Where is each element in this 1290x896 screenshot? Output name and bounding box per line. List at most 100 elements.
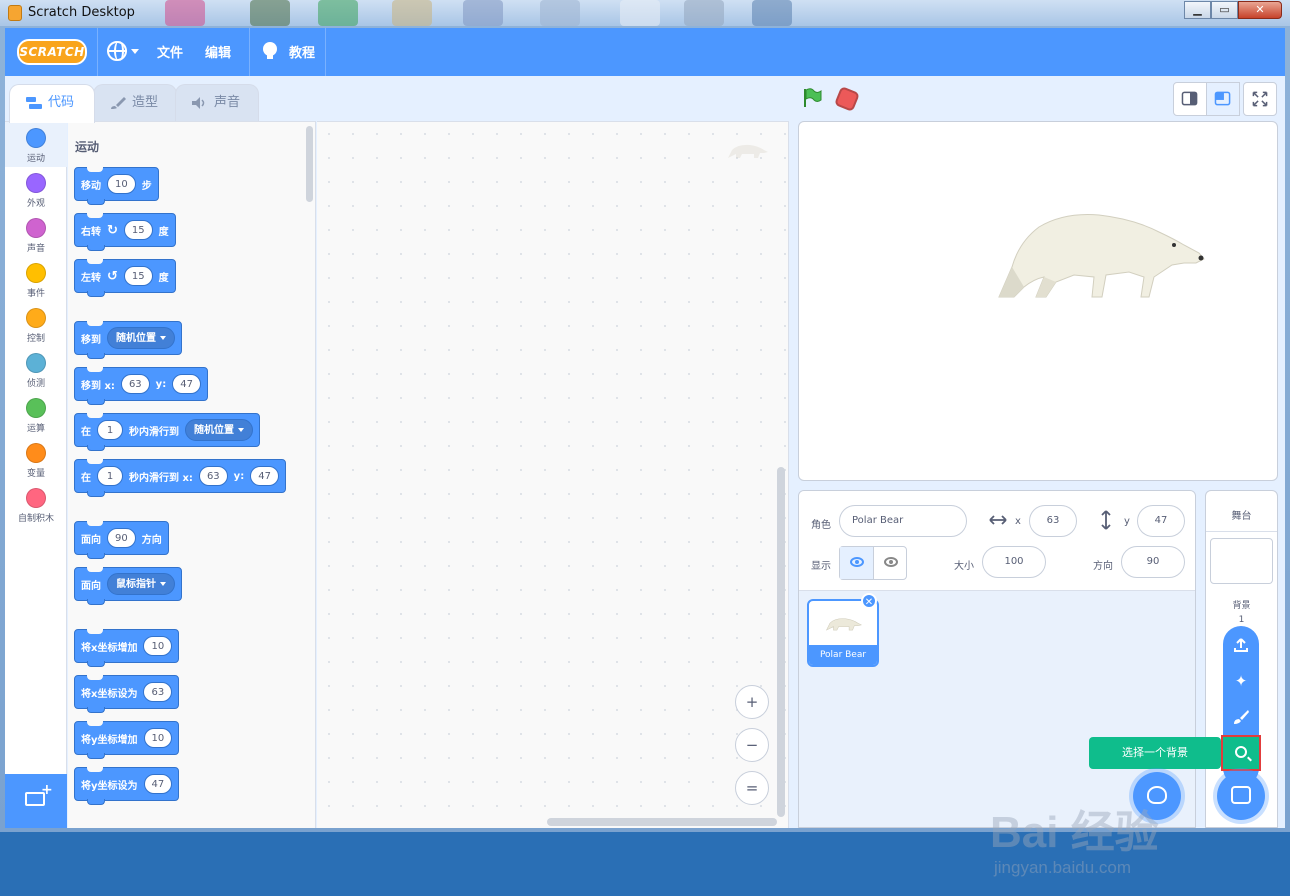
block-goto[interactable]: 移到 随机位置: [74, 321, 182, 359]
tab-sounds[interactable]: 声音: [175, 84, 259, 122]
script-workspace[interactable]: + − =: [317, 121, 789, 828]
upload-backdrop-button[interactable]: [1223, 628, 1259, 662]
surprise-backdrop-button[interactable]: ✦: [1223, 664, 1259, 698]
category-label: 自制积木: [17, 514, 54, 524]
app-icon: [8, 5, 22, 21]
block-number-input[interactable]: 63: [143, 682, 173, 702]
block-point-towards[interactable]: 面向 鼠标指针: [74, 567, 182, 605]
block-dropdown[interactable]: 随机位置: [185, 419, 253, 441]
block-number-input[interactable]: 63: [120, 374, 150, 394]
zoom-out-button[interactable]: −: [735, 728, 769, 762]
visibility-toggle: [839, 546, 907, 580]
block-turn-right[interactable]: 右转 ↻ 15 度: [74, 213, 176, 251]
block-number-input[interactable]: 10: [143, 728, 173, 748]
block-point-direction[interactable]: 面向 90 方向: [74, 521, 169, 559]
language-globe-icon[interactable]: [107, 41, 127, 61]
menu-edit[interactable]: 编辑: [205, 42, 231, 61]
palette-section-title: 运动: [75, 140, 100, 154]
block-number-input[interactable]: 1: [97, 420, 123, 440]
delete-sprite-icon[interactable]: ✕: [861, 593, 877, 609]
small-stage-button[interactable]: [1173, 82, 1207, 116]
stage-thumbnail[interactable]: [1210, 538, 1273, 584]
close-button[interactable]: ✕: [1238, 1, 1282, 19]
choose-backdrop-button[interactable]: [1217, 772, 1265, 820]
fullscreen-button[interactable]: [1243, 82, 1277, 116]
block-number-input[interactable]: 63: [198, 466, 228, 486]
workspace-vertical-scrollbar[interactable]: [777, 467, 785, 817]
category-dot: [26, 173, 46, 193]
category-control[interactable]: 控制: [5, 302, 67, 347]
choose-backdrop-search-button[interactable]: [1221, 735, 1261, 771]
block-dropdown[interactable]: 鼠标指针: [107, 573, 175, 595]
add-extension-button[interactable]: +: [5, 774, 67, 828]
tab-costumes[interactable]: 造型: [93, 84, 177, 122]
divider: [1206, 531, 1277, 532]
show-button[interactable]: [840, 547, 874, 579]
choose-sprite-button[interactable]: [1133, 772, 1181, 820]
category-label: 声音: [26, 244, 45, 254]
x-field[interactable]: 63: [1029, 505, 1077, 537]
block-text: 左转: [81, 272, 101, 284]
category-variables[interactable]: 变量: [5, 437, 67, 482]
zoom-reset-button[interactable]: =: [735, 771, 769, 805]
sprite-name-field[interactable]: Polar Bear: [839, 505, 967, 537]
block-number-input[interactable]: 47: [250, 466, 279, 486]
category-looks[interactable]: 外观: [5, 167, 67, 212]
polar-bear-thumbnail: [825, 618, 863, 631]
size-field[interactable]: 100: [982, 546, 1046, 578]
block-number-input[interactable]: 47: [143, 774, 173, 794]
palette-scrollbar[interactable]: [306, 126, 313, 202]
large-stage-button[interactable]: [1206, 82, 1240, 116]
category-operators[interactable]: 运算: [5, 392, 67, 437]
maximize-button[interactable]: ▭: [1211, 1, 1238, 19]
category-label: 控制: [26, 334, 45, 344]
stop-icon[interactable]: [833, 85, 861, 113]
horizontal-arrows-icon: [989, 515, 1007, 525]
block-number-input[interactable]: 10: [107, 174, 136, 194]
block-number-input[interactable]: 90: [107, 528, 136, 548]
block-change-x[interactable]: 将x坐标增加 10: [74, 629, 180, 667]
sparkle-icon: ✦: [1234, 672, 1248, 690]
block-text: 方向: [141, 534, 162, 546]
category-motion[interactable]: 运动: [5, 122, 67, 167]
block-text: 移动: [81, 180, 101, 192]
menu-tutorials[interactable]: 教程: [289, 42, 315, 61]
category-events[interactable]: 事件: [5, 257, 67, 302]
y-field[interactable]: 47: [1137, 505, 1185, 537]
block-dropdown[interactable]: 随机位置: [107, 327, 175, 349]
block-goto-xy[interactable]: 移到 x: 63 y: 47: [74, 367, 208, 405]
block-number-input[interactable]: 15: [123, 266, 153, 286]
block-move-steps[interactable]: 移动 10 步: [74, 167, 159, 205]
block-number-input[interactable]: 10: [143, 636, 173, 656]
paint-backdrop-button[interactable]: [1223, 700, 1259, 734]
category-sound[interactable]: 声音: [5, 212, 67, 257]
polar-bear-sprite[interactable]: [994, 207, 1209, 302]
search-icon: [1235, 746, 1247, 758]
menu-file[interactable]: 文件: [157, 42, 183, 61]
block-number-input[interactable]: 15: [123, 220, 153, 240]
minimize-button[interactable]: ▁: [1184, 1, 1211, 19]
rotate-left-icon: ↺: [107, 268, 118, 284]
block-set-y[interactable]: 将y坐标设为 47: [74, 767, 180, 805]
scratch-logo[interactable]: SCRATCH: [17, 39, 87, 65]
direction-field[interactable]: 90: [1121, 546, 1185, 578]
block-change-y[interactable]: 将y坐标增加 10: [74, 721, 180, 759]
tab-code[interactable]: 代码: [9, 84, 95, 123]
block-set-x[interactable]: 将x坐标设为 63: [74, 675, 180, 713]
block-number-input[interactable]: 47: [172, 374, 201, 394]
workspace-horizontal-scrollbar[interactable]: [547, 818, 777, 826]
block-turn-left[interactable]: 左转 ↺ 15 度: [74, 259, 176, 297]
stage-canvas[interactable]: [798, 121, 1278, 481]
vertical-arrows-icon: [1101, 510, 1111, 530]
hide-eye-icon[interactable]: [884, 557, 898, 567]
green-flag-icon[interactable]: [802, 88, 822, 108]
block-number-input[interactable]: 1: [97, 466, 123, 486]
zoom-in-button[interactable]: +: [735, 685, 769, 719]
block-glide-xy[interactable]: 在 1 秒内滑行到 x: 63 y: 47: [74, 459, 286, 497]
block-glide[interactable]: 在 1 秒内滑行到 随机位置: [74, 413, 260, 451]
x-label: x: [1015, 516, 1021, 527]
block-text: 将y坐标增加: [81, 734, 138, 746]
lightbulb-icon: [263, 42, 277, 59]
category-my-blocks[interactable]: 自制积木: [5, 482, 67, 527]
category-sensing[interactable]: 侦测: [5, 347, 67, 392]
